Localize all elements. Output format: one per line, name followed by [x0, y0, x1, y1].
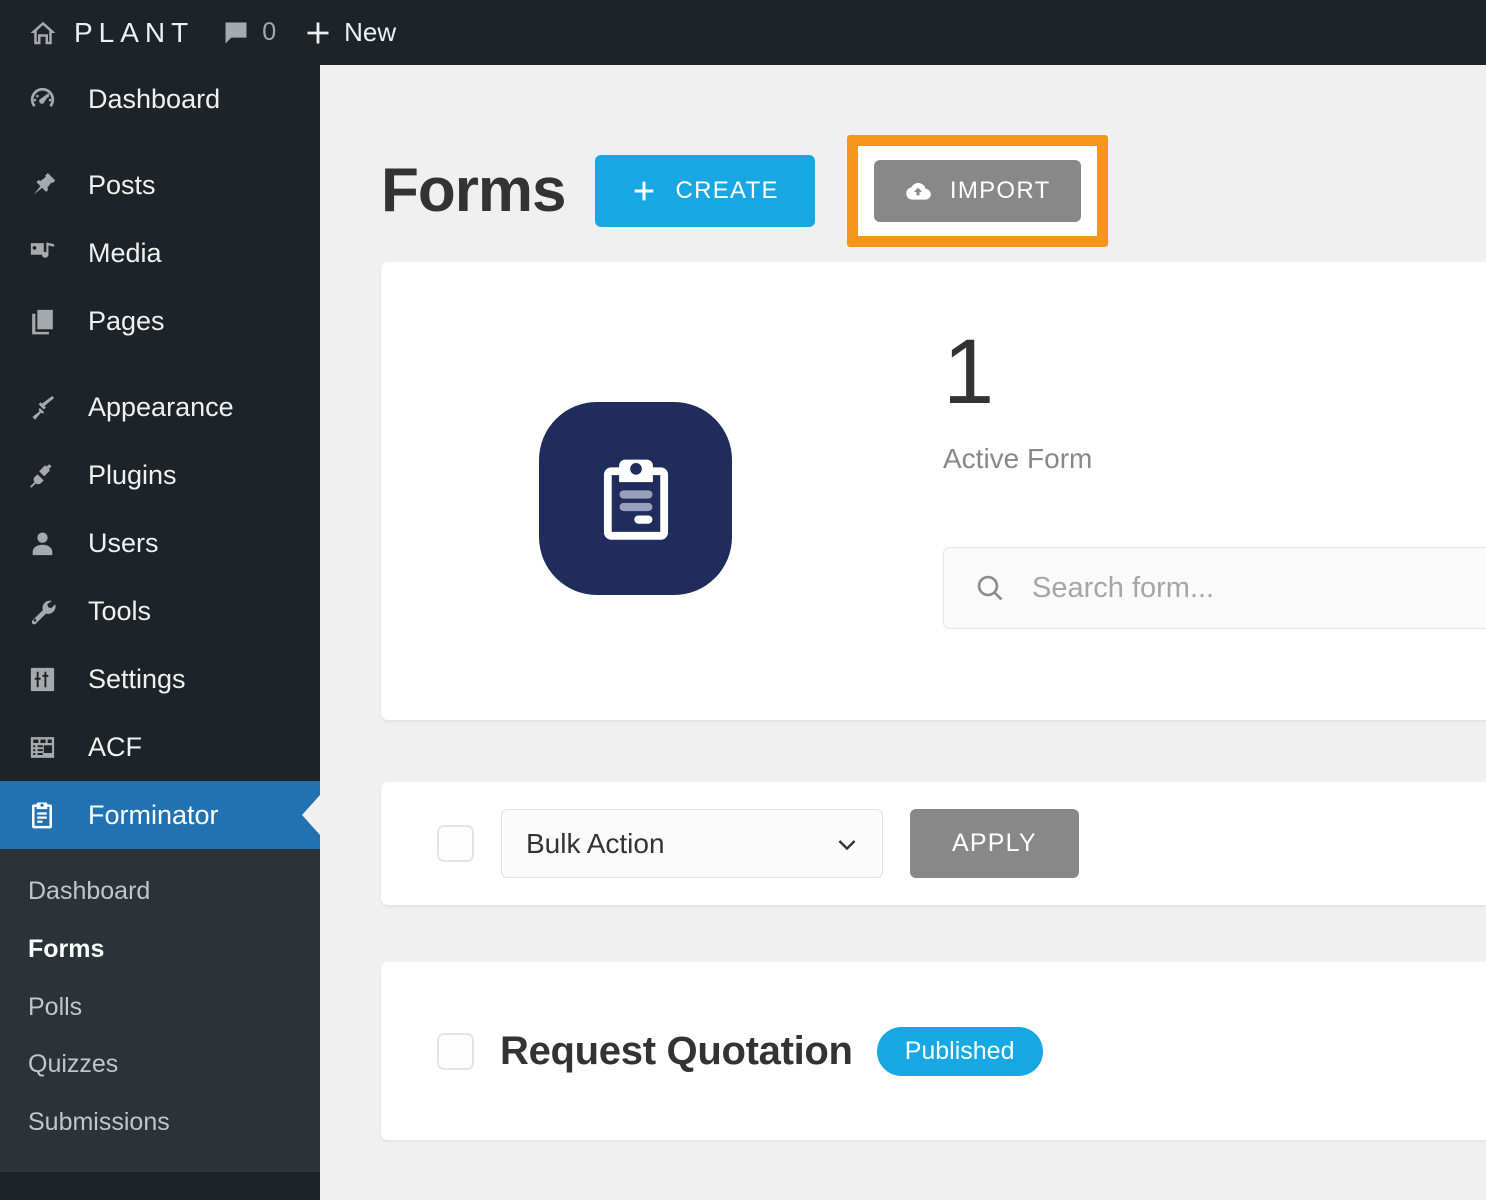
- form-name[interactable]: Request Quotation: [500, 1029, 853, 1074]
- adminbar-site-link[interactable]: PLANT: [14, 0, 208, 65]
- sidebar-item-label: Dashboard: [88, 84, 220, 115]
- admin-sidebar: Dashboard Posts Media Pages: [0, 65, 320, 1200]
- submenu-item-dashboard[interactable]: Dashboard: [0, 863, 320, 921]
- import-form-button[interactable]: IMPORT: [874, 160, 1081, 222]
- comment-bubble-icon: [222, 19, 250, 47]
- wordpress-admin-screen: PLANT 0 New Dashboard: [0, 0, 1486, 1200]
- adminbar-new-link[interactable]: New: [290, 0, 410, 65]
- sidebar-item-label: Plugins: [88, 460, 177, 491]
- pages-icon: [22, 301, 62, 341]
- active-forms-count: 1: [943, 326, 1486, 418]
- table-layout-icon: [22, 727, 62, 767]
- plug-icon: [22, 455, 62, 495]
- search-icon: [974, 572, 1006, 604]
- sidebar-item-label: Forminator: [88, 800, 219, 831]
- sidebar-item-acf[interactable]: ACF: [0, 713, 320, 781]
- sidebar-item-pages[interactable]: Pages: [0, 287, 320, 355]
- form-row-checkbox[interactable]: [437, 1033, 474, 1070]
- user-icon: [22, 523, 62, 563]
- sidebar-item-tools[interactable]: Tools: [0, 577, 320, 645]
- import-form-label: IMPORT: [950, 177, 1051, 205]
- sidebar-item-label: Media: [88, 238, 162, 269]
- bulk-action-card: Bulk Action APPLY: [381, 782, 1486, 905]
- sidebar-item-settings[interactable]: Settings: [0, 645, 320, 713]
- sidebar-item-label: Appearance: [88, 392, 234, 423]
- forms-count-block: 1 Active Form: [943, 326, 1486, 629]
- adminbar-comments-link[interactable]: 0: [208, 0, 290, 65]
- page-header: Forms CREATE IMPORT: [320, 65, 1486, 262]
- chevron-down-icon: [834, 831, 860, 857]
- sidebar-item-label: Settings: [88, 664, 186, 695]
- media-icon: [22, 233, 62, 273]
- forminator-submenu: Dashboard Forms Polls Quizzes Submission…: [0, 849, 320, 1172]
- active-forms-label: Active Form: [943, 443, 1486, 475]
- pin-icon: [22, 165, 62, 205]
- sidebar-item-label: ACF: [88, 732, 142, 763]
- sliders-icon: [22, 659, 62, 699]
- sidebar-item-forminator[interactable]: Forminator: [0, 781, 320, 849]
- sidebar-item-posts[interactable]: Posts: [0, 151, 320, 219]
- plus-icon: [631, 178, 657, 204]
- create-form-button[interactable]: CREATE: [595, 155, 814, 227]
- search-form-box[interactable]: [943, 547, 1486, 629]
- submenu-item-polls[interactable]: Polls: [0, 979, 320, 1037]
- adminbar-comments-count: 0: [262, 18, 276, 47]
- page-title: Forms: [381, 160, 565, 222]
- submenu-item-quizzes[interactable]: Quizzes: [0, 1036, 320, 1094]
- sidebar-item-label: Posts: [88, 170, 156, 201]
- clipboard-icon: [22, 795, 62, 835]
- adminbar-site-name: PLANT: [74, 17, 194, 49]
- select-all-checkbox[interactable]: [437, 825, 474, 862]
- dashboard-icon: [22, 79, 62, 119]
- card-gap: [320, 720, 1486, 782]
- card-gap: [320, 905, 1486, 962]
- forms-summary-card: 1 Active Form: [381, 262, 1486, 720]
- sidebar-item-dashboard[interactable]: Dashboard: [0, 65, 320, 133]
- home-icon: [28, 18, 58, 48]
- sidebar-item-appearance[interactable]: Appearance: [0, 373, 320, 441]
- create-form-label: CREATE: [675, 177, 778, 205]
- cloud-upload-icon: [904, 177, 932, 205]
- admin-bar: PLANT 0 New: [0, 0, 1486, 65]
- forminator-clipboard-icon: [539, 402, 732, 595]
- sidebar-separator: [0, 133, 320, 151]
- apply-bulk-action-button[interactable]: APPLY: [910, 809, 1079, 878]
- sidebar-item-media[interactable]: Media: [0, 219, 320, 287]
- sidebar-item-label: Tools: [88, 596, 151, 627]
- plus-icon: [304, 19, 332, 47]
- status-badge: Published: [877, 1027, 1043, 1076]
- paintbrush-icon: [22, 387, 62, 427]
- adminbar-new-label: New: [344, 17, 396, 48]
- import-button-highlight: IMPORT: [847, 135, 1108, 247]
- forminator-app-icon-wrap: [539, 402, 732, 595]
- bulk-action-value: Bulk Action: [526, 828, 665, 860]
- wrench-icon: [22, 591, 62, 631]
- main-content: Forms CREATE IMPORT: [320, 65, 1486, 1200]
- sidebar-item-plugins[interactable]: Plugins: [0, 441, 320, 509]
- sidebar-item-label: Users: [88, 528, 159, 559]
- search-input[interactable]: [1032, 572, 1486, 605]
- sidebar-separator: [0, 355, 320, 373]
- bulk-action-select[interactable]: Bulk Action: [501, 809, 883, 878]
- sidebar-item-users[interactable]: Users: [0, 509, 320, 577]
- submenu-item-submissions[interactable]: Submissions: [0, 1094, 320, 1152]
- submenu-item-forms[interactable]: Forms: [0, 921, 320, 979]
- sidebar-item-label: Pages: [88, 306, 165, 337]
- form-list-row: Request Quotation Published: [381, 962, 1486, 1140]
